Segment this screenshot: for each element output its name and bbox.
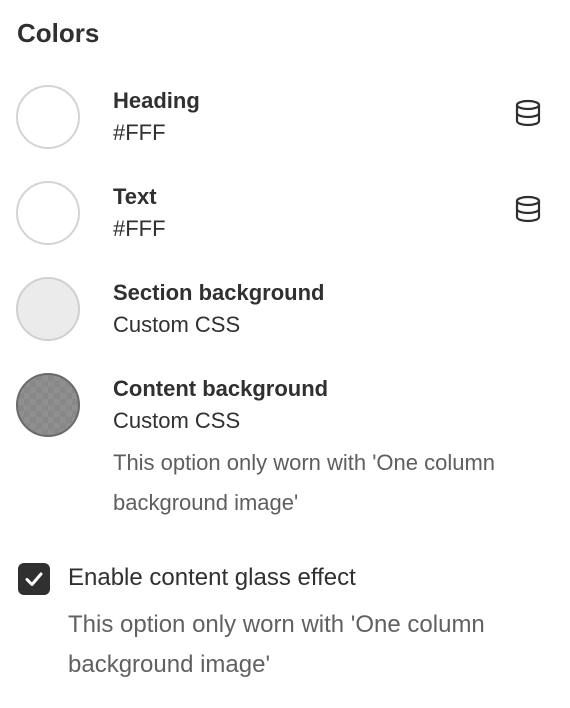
heading-color-value: #FFF [113,120,166,145]
heading-color-label: Heading [113,88,200,113]
checkmark-icon [25,572,43,586]
text-color-value: #FFF [113,216,166,241]
glass-effect-help-text: This option only worn with 'One column b… [68,611,485,678]
glass-effect-checkbox[interactable] [18,563,50,595]
content-background-label: Content background [113,376,329,401]
database-icon[interactable] [514,99,542,127]
section-title: Colors [17,18,100,48]
text-color-label: Text [113,184,157,209]
text-color-swatch[interactable] [16,181,80,245]
content-background-swatch[interactable] [16,373,80,437]
content-background-value: Custom CSS [113,408,241,433]
section-background-swatch[interactable] [16,277,80,341]
glass-effect-label[interactable]: Enable content glass effect [68,562,356,594]
database-icon[interactable] [514,195,542,223]
heading-color-swatch[interactable] [16,85,80,149]
content-background-help-text: This option only worn with 'One column b… [113,450,496,515]
section-background-label: Section background [113,280,325,305]
section-background-value: Custom CSS [113,312,241,337]
